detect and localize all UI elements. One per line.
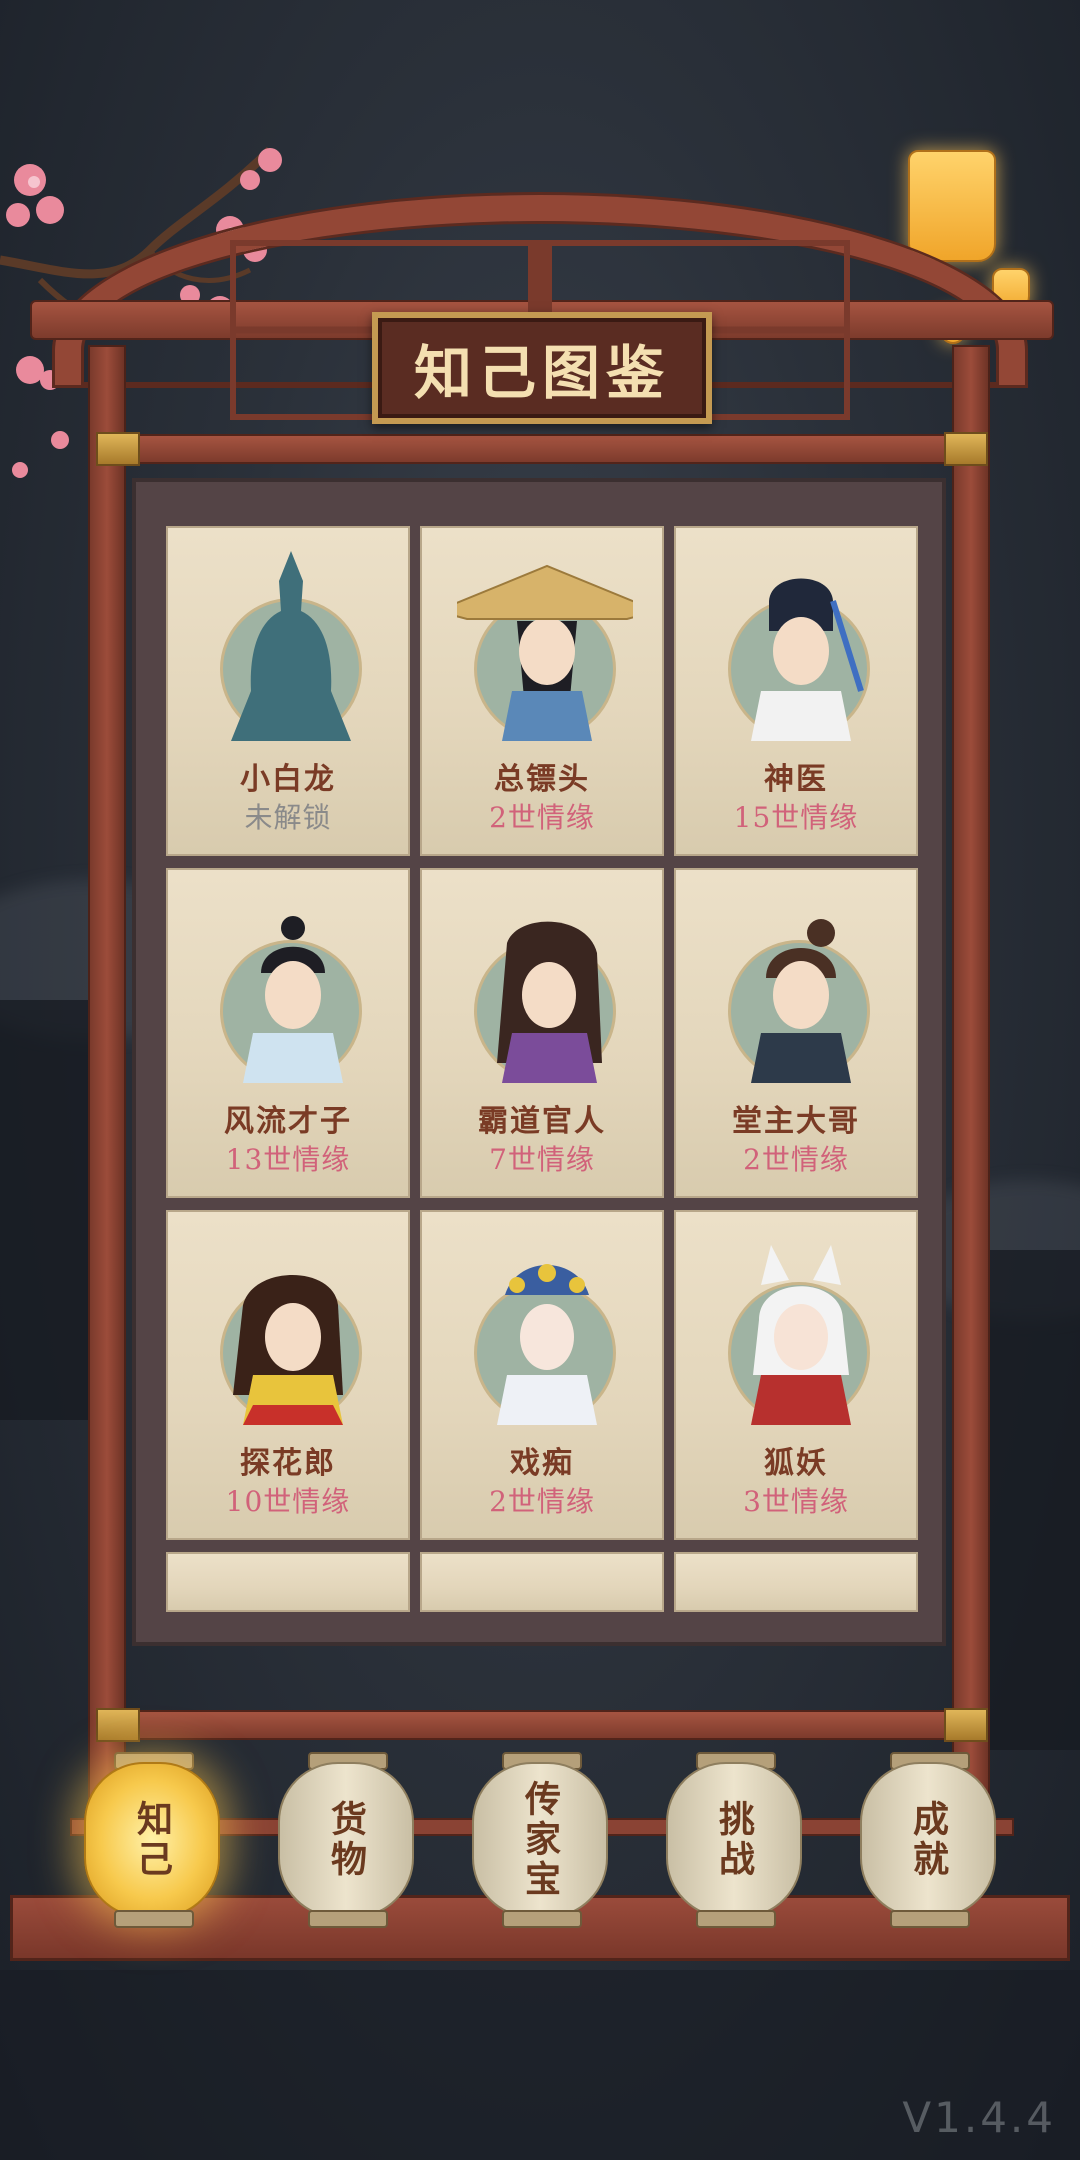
character-card[interactable]: 总镖头 2世情缘 bbox=[420, 526, 664, 856]
lantern-cap bbox=[502, 1910, 582, 1928]
character-name: 神医 bbox=[764, 762, 828, 797]
version-label: V1.4.4 bbox=[902, 2093, 1056, 2142]
frame-right-pillar bbox=[952, 345, 990, 1869]
opera-performer-icon bbox=[497, 1264, 597, 1425]
character-portrait bbox=[220, 551, 362, 741]
frame-corner-ornament bbox=[96, 432, 140, 466]
nav-lantern-achievements[interactable]: 成就 bbox=[860, 1752, 996, 1928]
frame-left-pillar bbox=[88, 345, 126, 1869]
frame-corner-ornament bbox=[96, 1708, 140, 1742]
character-name: 小白龙 bbox=[240, 762, 336, 797]
sky-lantern-icon bbox=[908, 150, 996, 262]
character-status: 3世情缘 bbox=[743, 1485, 849, 1518]
page-title: 知己图鉴 bbox=[413, 339, 670, 407]
character-card[interactable]: 探花郎 10世情缘 bbox=[166, 1210, 410, 1540]
brother-portrait-icon bbox=[751, 919, 851, 1083]
frame-corner-ornament bbox=[944, 1708, 988, 1742]
character-status: 未解锁 bbox=[244, 801, 332, 834]
nav-lantern-heirloom[interactable]: 传家宝 bbox=[472, 1752, 608, 1928]
fox-spirit-icon bbox=[751, 1245, 851, 1425]
game-screen: 知己图鉴 小白龙 未解锁 总镖头 2世情缘 神医 15世情缘 风流才子 13世情… bbox=[0, 0, 1080, 2160]
nav-lantern-confidants[interactable]: 知己 bbox=[84, 1752, 220, 1928]
character-portrait bbox=[474, 921, 616, 1083]
lantern-body: 挑战 bbox=[666, 1762, 802, 1918]
character-name: 堂主大哥 bbox=[732, 1104, 860, 1139]
frame-corner-ornament bbox=[944, 432, 988, 466]
character-card[interactable]: 风流才子 13世情缘 bbox=[166, 868, 410, 1198]
nav-lantern-goods[interactable]: 货物 bbox=[278, 1752, 414, 1928]
character-card-partial[interactable] bbox=[166, 1552, 410, 1612]
nav-label: 成就 bbox=[907, 1800, 949, 1880]
lantern-body: 传家宝 bbox=[472, 1762, 608, 1918]
character-portrait bbox=[457, 564, 633, 741]
character-name: 霸道官人 bbox=[478, 1104, 606, 1139]
lantern-cap bbox=[308, 1910, 388, 1928]
nav-label: 货物 bbox=[325, 1800, 367, 1880]
character-portrait bbox=[474, 1264, 616, 1425]
character-card[interactable]: 神医 15世情缘 bbox=[674, 526, 918, 856]
lantern-body: 成就 bbox=[860, 1762, 996, 1918]
doctor-portrait-icon bbox=[751, 578, 864, 741]
lantern-body: 知己 bbox=[84, 1762, 220, 1918]
character-status: 7世情缘 bbox=[489, 1143, 595, 1176]
locked-silhouette-icon bbox=[231, 551, 351, 741]
tanhualang-portrait-icon bbox=[233, 1275, 343, 1425]
character-status: 15世情缘 bbox=[733, 801, 859, 834]
character-card[interactable]: 霸道官人 7世情缘 bbox=[420, 868, 664, 1198]
character-status: 2世情缘 bbox=[743, 1143, 849, 1176]
character-portrait bbox=[728, 578, 870, 741]
character-portrait bbox=[728, 1245, 870, 1425]
title-plaque: 知己图鉴 bbox=[372, 312, 712, 424]
lantern-cap bbox=[114, 1910, 194, 1928]
character-status: 10世情缘 bbox=[225, 1485, 351, 1518]
lantern-body: 货物 bbox=[278, 1762, 414, 1918]
character-name: 探花郎 bbox=[240, 1446, 336, 1481]
character-name: 风流才子 bbox=[224, 1104, 352, 1139]
character-portrait bbox=[728, 919, 870, 1083]
nav-label: 知己 bbox=[131, 1800, 173, 1880]
character-card[interactable]: 戏痴 2世情缘 bbox=[420, 1210, 664, 1540]
character-portrait bbox=[220, 916, 362, 1083]
nav-label: 传家宝 bbox=[519, 1780, 561, 1900]
lantern-cap bbox=[696, 1910, 776, 1928]
character-card[interactable]: 狐妖 3世情缘 bbox=[674, 1210, 918, 1540]
character-name: 总镖头 bbox=[494, 762, 590, 797]
character-portrait bbox=[220, 1275, 362, 1425]
character-status: 2世情缘 bbox=[489, 1485, 595, 1518]
character-card[interactable]: 堂主大哥 2世情缘 bbox=[674, 868, 918, 1198]
official-portrait-icon bbox=[497, 921, 602, 1083]
character-status: 2世情缘 bbox=[489, 801, 595, 834]
character-card-partial[interactable] bbox=[674, 1552, 918, 1612]
character-card[interactable]: 小白龙 未解锁 bbox=[166, 526, 410, 856]
straw-hat-warrior-icon bbox=[457, 564, 633, 741]
frame-lower-beam bbox=[96, 1710, 988, 1740]
frame-crossbeam bbox=[96, 434, 988, 464]
character-name: 戏痴 bbox=[510, 1446, 574, 1481]
character-card-partial[interactable] bbox=[420, 1552, 664, 1612]
nav-label: 挑战 bbox=[713, 1800, 755, 1880]
character-panel[interactable]: 小白龙 未解锁 总镖头 2世情缘 神医 15世情缘 风流才子 13世情缘 霸道官… bbox=[132, 478, 946, 1646]
character-status: 13世情缘 bbox=[225, 1143, 351, 1176]
character-name: 狐妖 bbox=[764, 1446, 828, 1481]
nav-lantern-challenge[interactable]: 挑战 bbox=[666, 1752, 802, 1928]
lantern-cap bbox=[890, 1910, 970, 1928]
character-grid: 小白龙 未解锁 总镖头 2世情缘 神医 15世情缘 风流才子 13世情缘 霸道官… bbox=[166, 526, 918, 1612]
scholar-portrait-icon bbox=[243, 916, 343, 1083]
